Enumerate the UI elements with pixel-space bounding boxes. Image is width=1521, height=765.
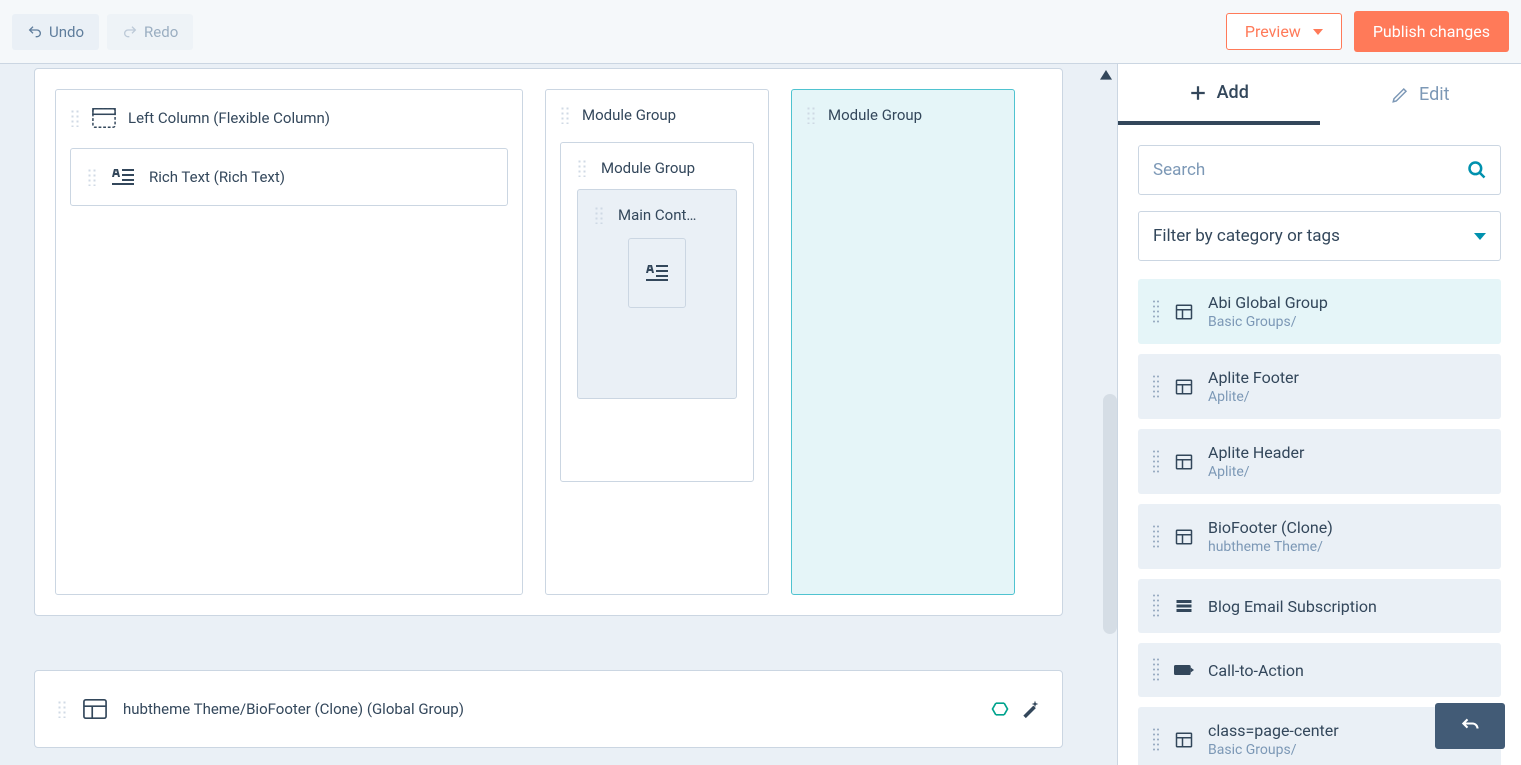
row-divider — [34, 640, 1063, 648]
asset-title: Call-to-Action — [1208, 661, 1304, 680]
redo-label: Redo — [144, 23, 178, 41]
drag-handle-icon[interactable] — [577, 159, 587, 177]
publish-button[interactable]: Publish changes — [1354, 11, 1509, 52]
rich-text-tile[interactable] — [628, 238, 686, 308]
inner-module-group[interactable]: Module Group Main Content — [560, 142, 754, 482]
drag-handle-icon[interactable] — [1152, 524, 1160, 550]
drag-handle-icon[interactable] — [806, 106, 816, 124]
flexible-column-icon — [92, 106, 116, 130]
filter-label: Filter by category or tags — [1153, 226, 1340, 246]
footer-label: hubtheme Theme/BioFooter (Clone) (Global… — [123, 700, 464, 718]
preview-button[interactable]: Preview — [1226, 13, 1342, 50]
form-icon — [1174, 596, 1194, 616]
left-column-label: Left Column (Flexible Column) — [128, 109, 330, 127]
drag-handle-icon[interactable] — [1152, 593, 1160, 619]
module-group-card-selected[interactable]: Module Group — [791, 89, 1015, 595]
search-field-wrap — [1138, 145, 1501, 195]
left-column-card[interactable]: Left Column (Flexible Column) Rich Text … — [55, 89, 523, 595]
asset-title: Blog Email Subscription — [1208, 597, 1377, 616]
cta-icon — [1174, 660, 1194, 680]
search-icon[interactable] — [1467, 160, 1487, 180]
main-content-module[interactable]: Main Content — [577, 189, 737, 399]
recycle-icon[interactable] — [990, 699, 1010, 719]
redo-icon — [122, 24, 138, 40]
module-group-label: Module Group — [828, 106, 922, 124]
magic-wand-icon[interactable] — [1020, 699, 1040, 719]
redo-button[interactable]: Redo — [107, 14, 193, 50]
rich-text-icon — [111, 165, 135, 189]
drag-handle-icon[interactable] — [1152, 657, 1160, 683]
asset-subtitle: Aplite/ — [1208, 464, 1304, 480]
asset-item[interactable]: Aplite Footer Aplite/ — [1138, 354, 1501, 419]
rich-text-module[interactable]: Rich Text (Rich Text) — [70, 148, 508, 206]
asset-title: Aplite Footer — [1208, 368, 1299, 387]
layout-icon — [1174, 730, 1194, 750]
layout-canvas: Left Column (Flexible Column) Rich Text … — [0, 64, 1117, 765]
drag-handle-icon[interactable] — [594, 206, 604, 224]
asset-list: Abi Global Group Basic Groups/Aplite Foot… — [1138, 279, 1501, 765]
layout-icon — [1174, 527, 1194, 547]
asset-subtitle: Aplite/ — [1208, 389, 1299, 405]
module-group-label: Module Group — [582, 106, 676, 124]
preview-label: Preview — [1245, 22, 1301, 41]
rich-text-label: Rich Text (Rich Text) — [149, 168, 285, 186]
rich-text-icon — [646, 263, 668, 283]
asset-title: BioFooter (Clone) — [1208, 518, 1333, 537]
drag-handle-icon[interactable] — [57, 700, 67, 718]
layout-icon — [1174, 302, 1194, 322]
global-footer-row[interactable]: hubtheme Theme/BioFooter (Clone) (Global… — [34, 670, 1063, 748]
drag-handle-icon[interactable] — [70, 109, 80, 127]
row-block[interactable]: Left Column (Flexible Column) Rich Text … — [34, 68, 1063, 616]
drag-handle-icon[interactable] — [87, 168, 97, 186]
panel-tabs: Add Edit — [1118, 64, 1521, 125]
main-content-label: Main Content — [618, 206, 698, 224]
asset-item[interactable]: Blog Email Subscription — [1138, 579, 1501, 633]
asset-item[interactable]: Abi Global Group Basic Groups/ — [1138, 279, 1501, 344]
drag-handle-icon[interactable] — [1152, 374, 1160, 400]
drag-handle-icon[interactable] — [1152, 727, 1160, 753]
undo-label: Undo — [49, 23, 84, 41]
drag-handle-icon[interactable] — [1152, 449, 1160, 475]
undo-icon — [27, 24, 43, 40]
undo-button[interactable]: Undo — [12, 14, 99, 50]
drag-handle-icon[interactable] — [1152, 299, 1160, 325]
drag-handle-icon[interactable] — [560, 106, 570, 124]
asset-item[interactable]: Call-to-Action — [1138, 643, 1501, 697]
top-toolbar: Undo Redo Preview Publish changes — [0, 0, 1521, 64]
tab-edit[interactable]: Edit — [1320, 64, 1521, 125]
chevron-down-icon — [1313, 29, 1323, 35]
tab-add[interactable]: Add — [1118, 64, 1320, 125]
layout-icon — [83, 697, 107, 721]
asset-subtitle: hubtheme Theme/ — [1208, 539, 1333, 555]
module-group-card-1[interactable]: Module Group Module Group Main Content — [545, 89, 769, 595]
pencil-icon — [1391, 86, 1409, 104]
search-input[interactable] — [1138, 145, 1501, 195]
asset-title: Aplite Header — [1208, 443, 1304, 462]
asset-title: Abi Global Group — [1208, 293, 1328, 312]
plus-icon — [1189, 84, 1207, 102]
tab-edit-label: Edit — [1419, 84, 1449, 105]
side-panel: Add Edit Filter by category or tags Abi … — [1117, 64, 1521, 765]
asset-subtitle: Basic Groups/ — [1208, 314, 1328, 330]
layout-icon — [1174, 452, 1194, 472]
tab-add-label: Add — [1217, 82, 1249, 103]
asset-subtitle: Basic Groups/ — [1208, 742, 1339, 758]
asset-item[interactable]: Aplite Header Aplite/ — [1138, 429, 1501, 494]
publish-label: Publish changes — [1373, 22, 1490, 41]
asset-title: class=page-center — [1208, 721, 1339, 740]
floating-undo-button[interactable] — [1435, 703, 1505, 749]
chevron-down-icon — [1474, 233, 1486, 240]
undo-icon — [1457, 716, 1483, 736]
asset-item[interactable]: BioFooter (Clone) hubtheme Theme/ — [1138, 504, 1501, 569]
layout-icon — [1174, 377, 1194, 397]
filter-dropdown[interactable]: Filter by category or tags — [1138, 211, 1501, 261]
module-group-label: Module Group — [601, 159, 695, 177]
